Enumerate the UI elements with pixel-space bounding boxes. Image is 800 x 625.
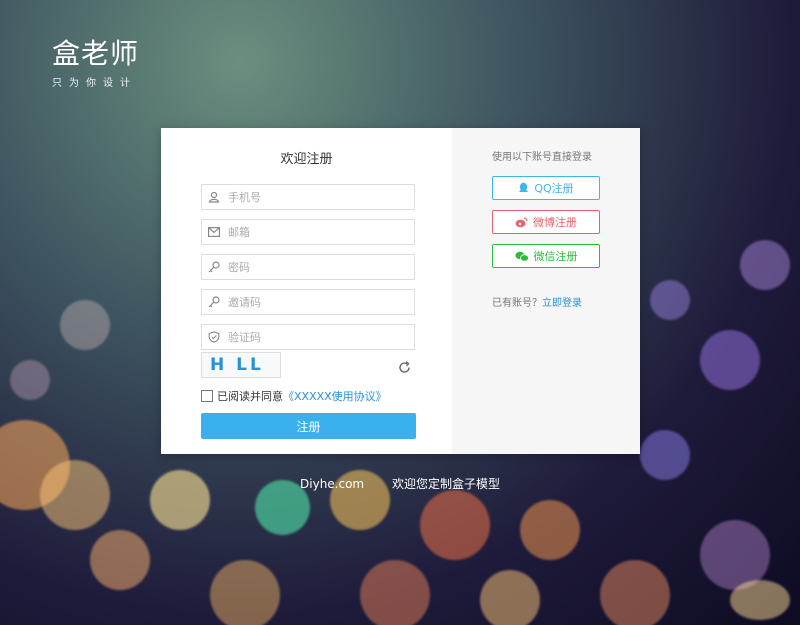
user-icon bbox=[202, 191, 226, 203]
social-login-panel: 使用以下账号直接登录 QQ注册 微博注册 微信注册 已有账号？立即登录 bbox=[452, 128, 640, 454]
phone-field[interactable] bbox=[201, 184, 415, 210]
shield-icon bbox=[202, 331, 226, 343]
register-card: 欢迎注册 手机号 邮箱 邀请码 验证码 H LL 已阅读并同意 《XXXXX使用… bbox=[161, 128, 640, 454]
mail-icon bbox=[202, 227, 226, 237]
qq-register-label: QQ注册 bbox=[534, 182, 574, 195]
register-title: 欢迎注册 bbox=[280, 152, 333, 167]
qq-register-button[interactable]: QQ注册 bbox=[492, 176, 600, 200]
agree-checkbox[interactable] bbox=[201, 390, 213, 402]
captcha-input[interactable] bbox=[226, 329, 410, 345]
agreement-row: 已阅读并同意 《XXXXX使用协议》 bbox=[201, 388, 387, 404]
login-link[interactable]: 立即登录 bbox=[542, 298, 582, 309]
email-input[interactable] bbox=[226, 224, 410, 240]
agreement-link[interactable]: 《XXXXX使用协议》 bbox=[283, 388, 387, 404]
wechat-register-label: 微信注册 bbox=[533, 250, 578, 263]
logo-slogan: 只为你设计 bbox=[52, 78, 137, 89]
password-field[interactable] bbox=[201, 254, 415, 280]
email-field[interactable] bbox=[201, 219, 415, 245]
qq-icon bbox=[518, 182, 529, 194]
logo-title: 盒老师 bbox=[52, 37, 140, 70]
weibo-register-label: 微博注册 bbox=[533, 216, 577, 229]
agree-text: 已阅读并同意 bbox=[217, 390, 283, 403]
invite-code-input[interactable] bbox=[226, 294, 410, 310]
key-icon bbox=[202, 296, 226, 308]
login-prompt: 已有账号？立即登录 bbox=[492, 294, 582, 309]
have-account-text: 已有账号？ bbox=[492, 298, 542, 309]
weibo-icon bbox=[515, 216, 528, 228]
brand-logo: 盒老师 只为你设计 bbox=[52, 37, 140, 90]
captcha-field[interactable] bbox=[201, 324, 415, 350]
wechat-register-button[interactable]: 微信注册 bbox=[492, 244, 600, 268]
invite-code-field[interactable] bbox=[201, 289, 415, 315]
phone-input[interactable] bbox=[226, 189, 410, 205]
footer-slogan: 欢迎您定制盒子模型 bbox=[391, 477, 500, 491]
refresh-icon[interactable] bbox=[398, 361, 411, 378]
password-input[interactable] bbox=[226, 259, 410, 275]
weibo-register-button[interactable]: 微博注册 bbox=[492, 210, 600, 234]
footer: Diyhe.com 欢迎您定制盒子模型 bbox=[0, 475, 800, 492]
footer-site: Diyhe.com bbox=[300, 477, 365, 491]
key-icon bbox=[202, 261, 226, 273]
wechat-icon bbox=[515, 251, 529, 262]
register-panel: 欢迎注册 手机号 邮箱 邀请码 验证码 H LL 已阅读并同意 《XXXXX使用… bbox=[161, 128, 452, 454]
social-login-title: 使用以下账号直接登录 bbox=[492, 152, 592, 163]
register-button[interactable]: 注册 bbox=[201, 413, 416, 439]
captcha-image[interactable]: H LL bbox=[201, 352, 281, 378]
